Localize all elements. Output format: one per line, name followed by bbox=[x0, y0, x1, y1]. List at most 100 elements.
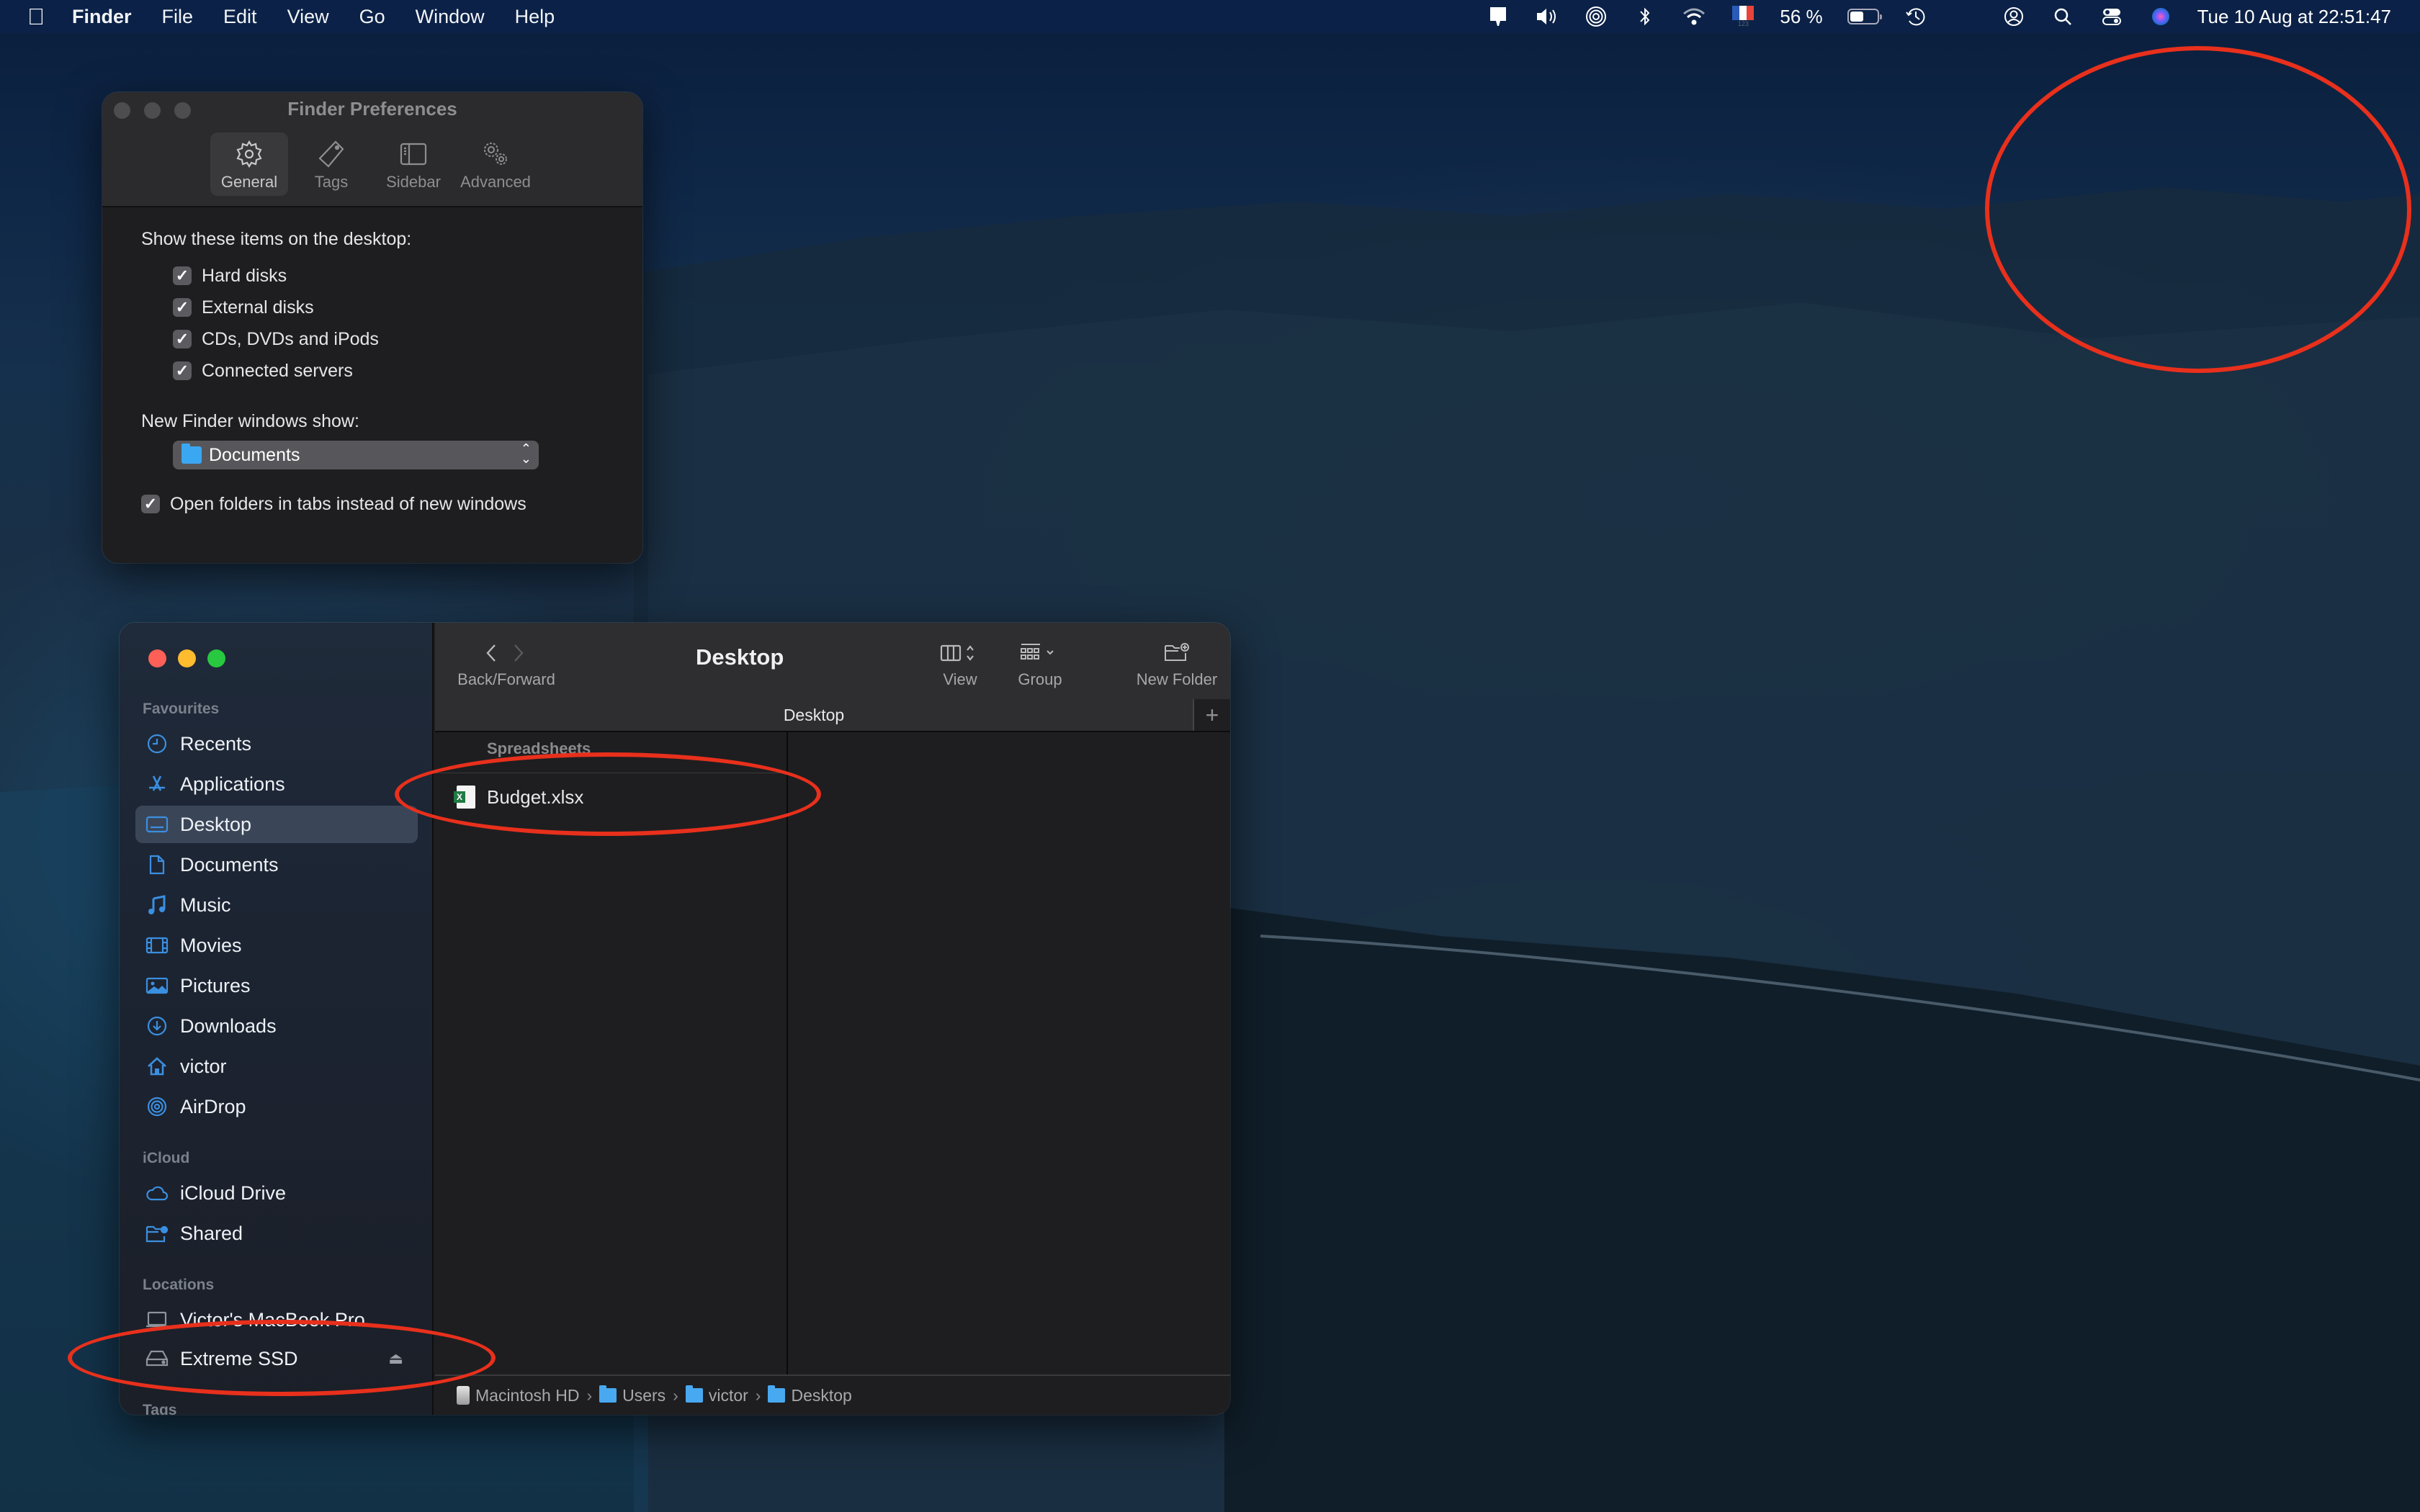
drive-icon bbox=[145, 1347, 169, 1370]
tab-desktop[interactable]: Desktop bbox=[435, 699, 1193, 731]
sidebar-item-music[interactable]: Music bbox=[135, 886, 418, 924]
tab-general[interactable]: General bbox=[210, 132, 288, 196]
tab-general-label: General bbox=[220, 173, 278, 191]
view-button[interactable]: View bbox=[936, 636, 984, 689]
checkmark-icon[interactable]: ✓ bbox=[173, 361, 192, 380]
menu-file[interactable]: File bbox=[162, 6, 194, 28]
menubar-clock[interactable]: Tue 10 Aug at 22:51:47 bbox=[2197, 6, 2391, 28]
checkmark-icon[interactable]: ✓ bbox=[173, 298, 192, 317]
chevron-right-icon: › bbox=[755, 1385, 761, 1405]
path-item-label: Users bbox=[622, 1385, 666, 1405]
checkbox-label: External disks bbox=[202, 297, 314, 318]
time-machine-icon[interactable] bbox=[1904, 4, 1928, 29]
sidebar-item-pictures[interactable]: Pictures bbox=[135, 967, 418, 1004]
keyboard-layout-label: 123 bbox=[1737, 20, 1749, 27]
excel-file-icon bbox=[454, 786, 475, 809]
back-forward-button[interactable]: Back/Forward bbox=[452, 636, 560, 689]
user-icon[interactable] bbox=[2002, 4, 2026, 29]
battery-icon[interactable] bbox=[1847, 9, 1882, 24]
column-view-icon bbox=[940, 644, 974, 662]
siri-icon[interactable] bbox=[2148, 4, 2173, 29]
tag-icon bbox=[318, 140, 344, 168]
sidebar-item-icloud-drive[interactable]: iCloud Drive bbox=[135, 1174, 418, 1212]
sidebar-item-downloads[interactable]: Downloads bbox=[135, 1007, 418, 1045]
airdrop-icon bbox=[145, 1095, 169, 1118]
sidebar-section-tags: Tags bbox=[143, 1402, 177, 1415]
checkbox-cds-dvds-ipods[interactable]: ✓ CDs, DVDs and iPods bbox=[141, 323, 642, 355]
control-center-icon[interactable] bbox=[2099, 4, 2124, 29]
sidebar-item-documents[interactable]: Documents bbox=[135, 846, 418, 883]
menu-help[interactable]: Help bbox=[515, 6, 555, 28]
menu-window[interactable]: Window bbox=[416, 6, 485, 28]
sidebar-item-applications[interactable]: Applications bbox=[135, 765, 418, 803]
tab-advanced[interactable]: Advanced bbox=[457, 132, 534, 196]
sidebar-item-desktop[interactable]: Desktop bbox=[135, 806, 418, 843]
menu-view[interactable]: View bbox=[287, 6, 329, 28]
new-folder-button[interactable]: New Folder bbox=[1126, 636, 1227, 689]
checkbox-hard-disks[interactable]: ✓ Hard disks bbox=[141, 260, 642, 292]
checkmark-icon[interactable]: ✓ bbox=[141, 495, 160, 513]
home-icon bbox=[145, 1055, 169, 1078]
sidebar-item-label: Recents bbox=[180, 732, 252, 755]
menu-go[interactable]: Go bbox=[359, 6, 385, 28]
sidebar-item-movies[interactable]: Movies bbox=[135, 927, 418, 964]
annotation-ellipse-top-right bbox=[1985, 46, 2411, 373]
path-item-desktop[interactable]: Desktop bbox=[768, 1385, 852, 1405]
chevron-right-icon: › bbox=[673, 1385, 678, 1405]
sidebar-item-extreme-ssd[interactable]: Extreme SSD ⏏ bbox=[135, 1340, 418, 1377]
clock-icon bbox=[145, 732, 169, 755]
finder-window-controls bbox=[148, 649, 225, 667]
up-down-chevron-icon: ⌃ ⌄ bbox=[520, 441, 532, 466]
checkbox-label: Connected servers bbox=[202, 360, 353, 381]
checkbox-open-in-tabs[interactable]: ✓ Open folders in tabs instead of new wi… bbox=[141, 488, 642, 520]
tab-tags[interactable]: Tags bbox=[292, 132, 370, 196]
spotlight-search-icon[interactable] bbox=[2051, 4, 2075, 29]
checkbox-external-disks[interactable]: ✓ External disks bbox=[141, 292, 642, 323]
checkmark-icon[interactable]: ✓ bbox=[173, 266, 192, 285]
sidebar-item-shared[interactable]: Shared bbox=[135, 1215, 418, 1252]
do-not-disturb-moon-icon[interactable] bbox=[1953, 4, 1977, 29]
volume-icon[interactable] bbox=[1535, 4, 1559, 29]
close-button[interactable] bbox=[148, 649, 166, 667]
wifi-icon[interactable] bbox=[1682, 4, 1706, 29]
sidebar-item-recents[interactable]: Recents bbox=[135, 725, 418, 762]
chevron-right-icon[interactable] bbox=[501, 642, 529, 664]
checkbox-label: Open folders in tabs instead of new wind… bbox=[170, 493, 526, 514]
finder-tab-bar: Desktop + bbox=[435, 699, 1230, 731]
window-title: Desktop bbox=[696, 644, 784, 670]
menu-app-finder[interactable]: Finder bbox=[72, 6, 132, 28]
airdrop-icon[interactable] bbox=[1584, 4, 1608, 29]
bluetooth-icon[interactable] bbox=[1633, 4, 1657, 29]
chevron-right-icon: › bbox=[586, 1385, 593, 1405]
tab-sidebar[interactable]: Sidebar bbox=[375, 132, 452, 196]
file-row-budget-xlsx[interactable]: Budget.xlsx bbox=[435, 780, 786, 814]
sidebar-item-victor[interactable]: victor bbox=[135, 1048, 418, 1085]
menu-edit[interactable]: Edit bbox=[223, 6, 257, 28]
checkbox-connected-servers[interactable]: ✓ Connected servers bbox=[141, 355, 642, 387]
input-source-french-flag-icon[interactable]: 123 bbox=[1731, 4, 1755, 29]
sidebar-item-airdrop[interactable]: AirDrop bbox=[135, 1088, 418, 1125]
checkmark-icon[interactable]: ✓ bbox=[173, 330, 192, 348]
finder-preferences-window: Finder Preferences General Tags Sidebar … bbox=[102, 92, 642, 563]
new-tab-plus-icon[interactable]: + bbox=[1193, 699, 1230, 731]
eject-icon[interactable]: ⏏ bbox=[388, 1349, 403, 1368]
prefs-window-title: Finder Preferences bbox=[287, 98, 457, 120]
group-button[interactable]: Group bbox=[1011, 636, 1069, 689]
show-items-label: Show these items on the desktop: bbox=[141, 229, 412, 249]
path-item-label: Macintosh HD bbox=[475, 1385, 580, 1405]
path-item-macintosh-hd[interactable]: Macintosh HD bbox=[457, 1386, 579, 1405]
sidebar-item-label: Downloads bbox=[180, 1014, 277, 1037]
path-item-users[interactable]: Users bbox=[599, 1385, 666, 1405]
path-item-victor[interactable]: victor bbox=[685, 1385, 748, 1405]
new-folder-icon bbox=[1165, 643, 1189, 661]
back-forward-label: Back/Forward bbox=[457, 670, 555, 688]
new-windows-select[interactable]: Documents ⌃ ⌄ bbox=[173, 441, 539, 469]
minimize-button[interactable] bbox=[178, 649, 196, 667]
file-name: Budget.xlsx bbox=[487, 786, 584, 808]
apple-menu-icon[interactable]:  bbox=[27, 4, 45, 30]
gear-icon bbox=[236, 140, 262, 168]
chevron-left-icon[interactable] bbox=[483, 642, 501, 664]
sidebar-item-macbook-pro[interactable]: Victor's MacBook Pro bbox=[135, 1301, 418, 1338]
display-mirroring-icon[interactable] bbox=[1486, 4, 1510, 29]
zoom-button[interactable] bbox=[207, 649, 225, 667]
